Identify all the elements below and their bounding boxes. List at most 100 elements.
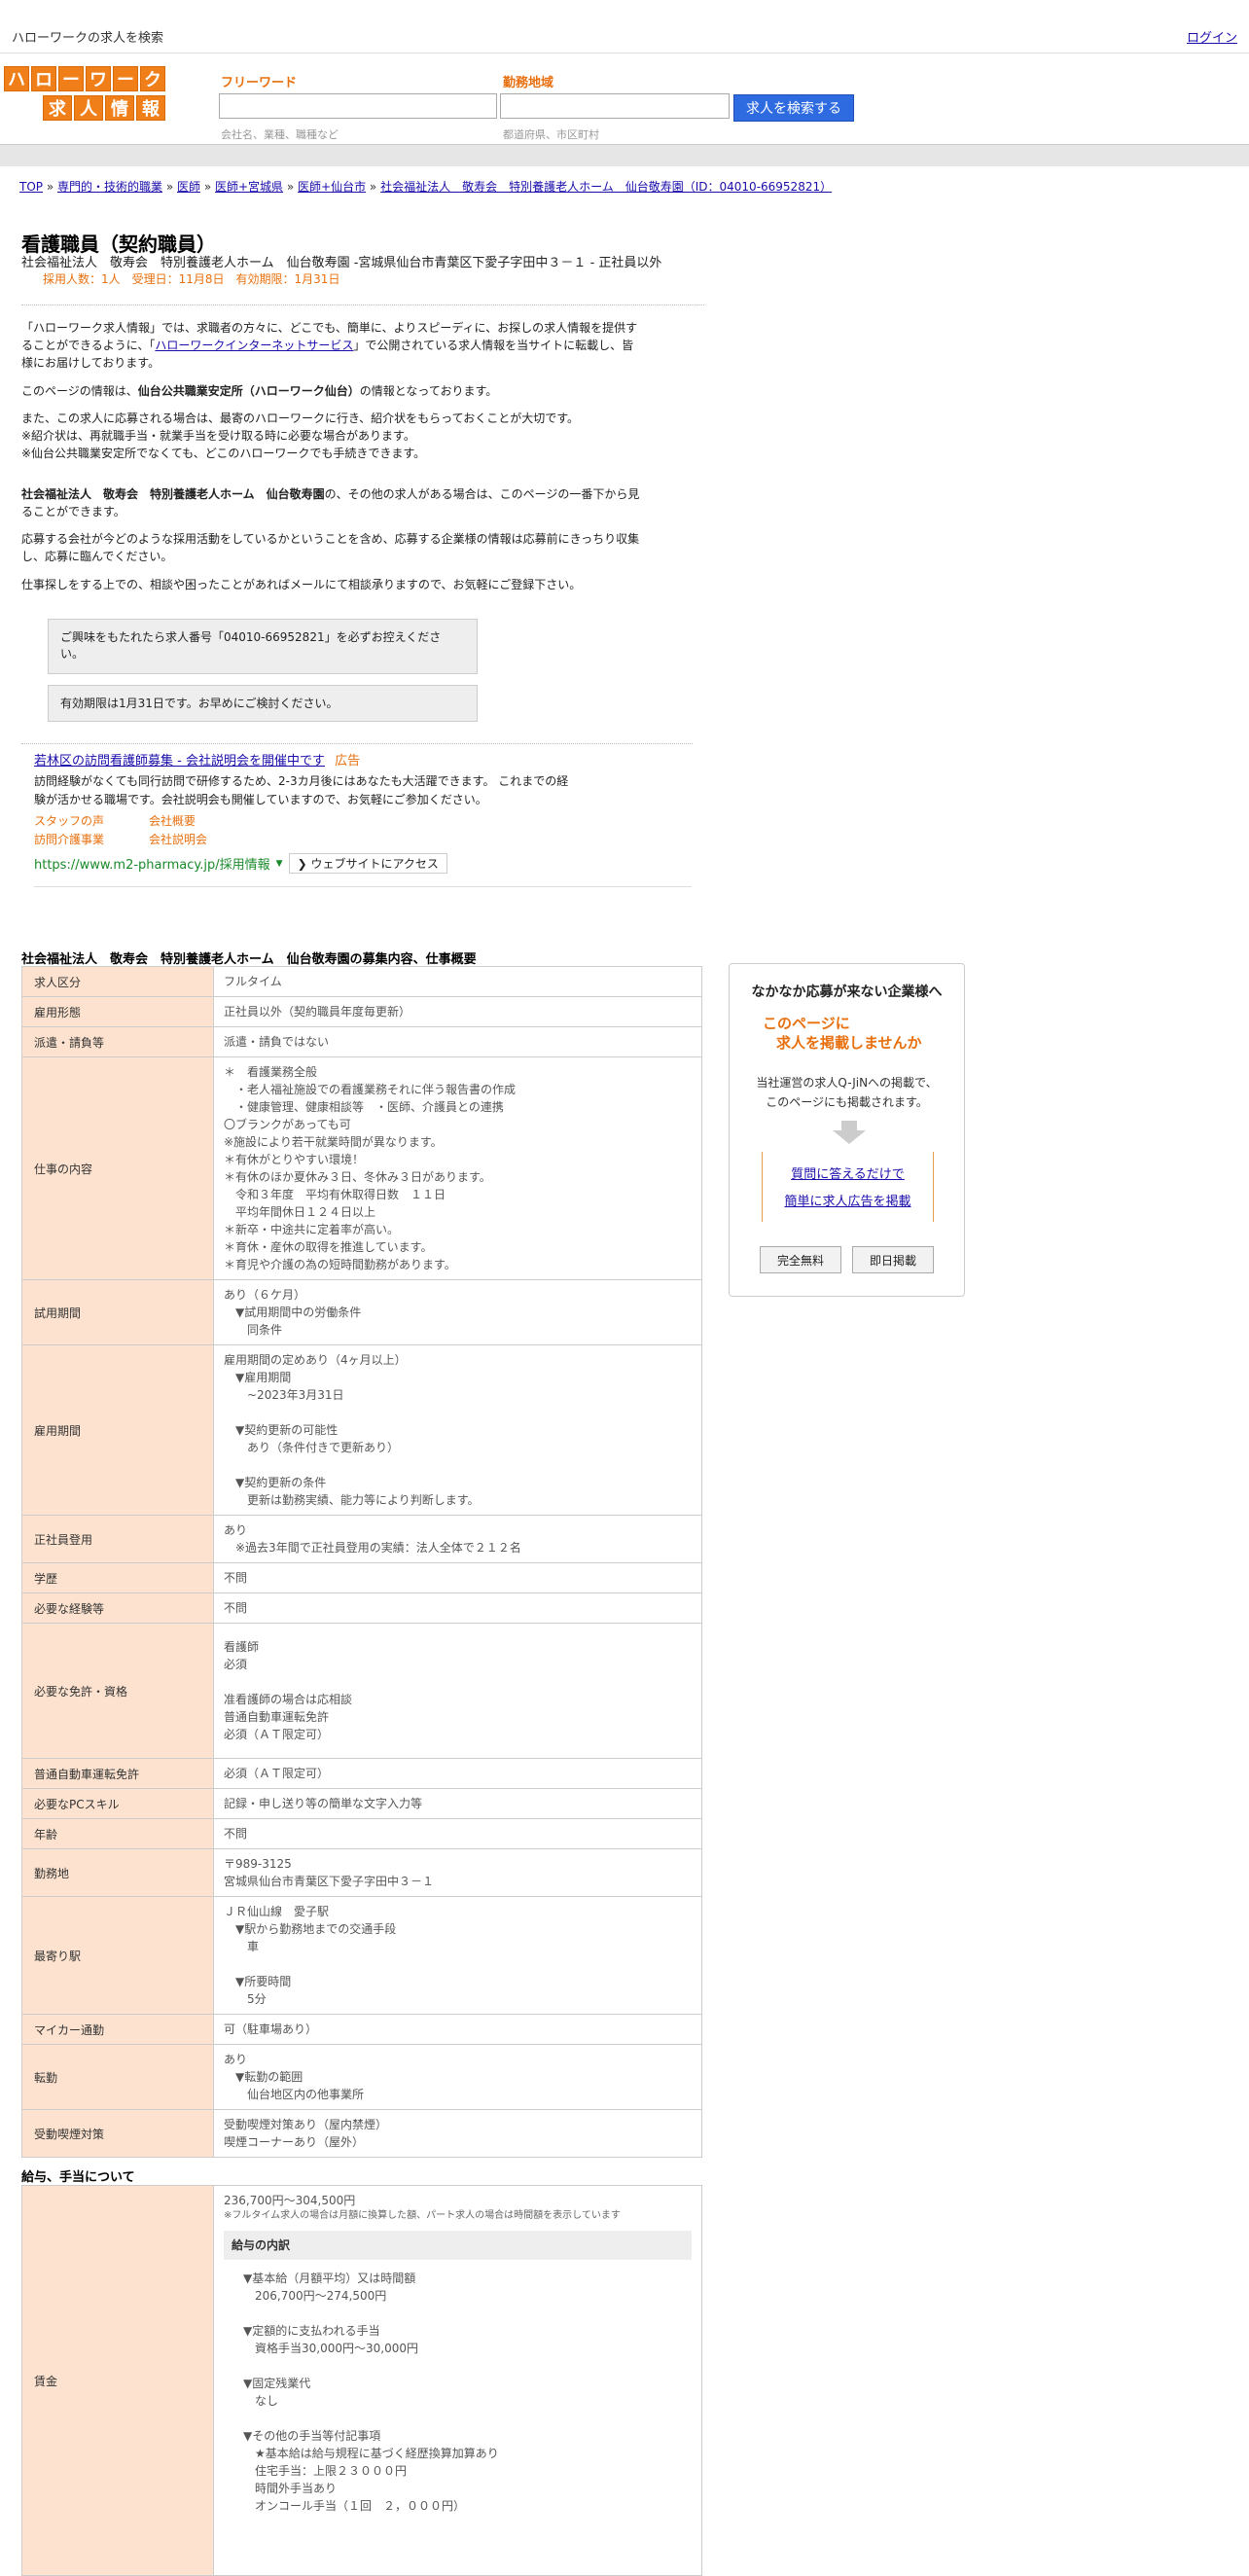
promo-catch-1: このページに [763, 1015, 850, 1032]
logo-char: 報 [136, 95, 165, 121]
keyword-input[interactable] [219, 93, 497, 119]
breadcrumb-link[interactable]: TOP [19, 180, 43, 194]
top-bar: ハローワークの求人を検索 ログイン [0, 0, 1249, 54]
breadcrumb-separator: » [283, 180, 299, 194]
breadcrumb-separator: » [366, 180, 381, 194]
logo-char: ー [58, 66, 84, 91]
same-day-button[interactable]: 即日掲載 [852, 1246, 934, 1273]
logo-char: 情 [105, 95, 134, 121]
table-row: 必要な免許・資格 看護師 必須 准看護師の場合は応相談 普通自動車運転免許 必須（… [21, 1623, 702, 1759]
table-row: 必要なPCスキル 記録・申し送り等の簡単な文字入力等 [21, 1788, 702, 1819]
row-value: あり ※過去3年間で正社員登用の実績：法人全体で２１２名 [213, 1515, 702, 1563]
row-key: 最寄り駅 [21, 1896, 214, 2015]
intro-paragraph-2: このページの情報は、仙台公共職業安定所（ハローワーク仙台）の情報となっております… [21, 384, 498, 398]
intro-paragraph-1: 「ハローワーク求人情報」では、求職者の方々に、どこでも、簡単に、よりスピーディに… [21, 321, 638, 370]
logo-char: 人 [74, 95, 103, 121]
salary-table-wrap: 賃金 236,700円〜304,500円 ※フルタイム求人の場合は月額に換算した… [21, 2185, 702, 2576]
row-key: 雇用形態 [21, 996, 214, 1027]
promo-link-questions[interactable]: 質問に答えるだけで [791, 1167, 905, 1182]
ad-block: 若林区の訪問看護師募集 - 会社説明会を開催中です 広告 訪問経験がなくても同行… [34, 753, 696, 874]
logo-char: ワ [86, 66, 111, 91]
row-value: 受動喫煙対策あり（屋内禁煙） 喫煙コーナーあり（屋外） [213, 2109, 702, 2158]
arrow-down-icon [833, 1121, 866, 1147]
table-row: 勤務地 〒989-3125 宮城県仙台市青葉区下愛子字田中３－１ [21, 1848, 702, 1897]
row-value: 正社員以外（契約職員年度毎更新） [213, 996, 702, 1027]
intro-paragraph-3: また、この求人に応募される場合は、最寄のハローワークに行き、紹介状をもらっておく… [21, 411, 580, 460]
table-row: 派遣・請負等 派遣・請負ではない [21, 1026, 702, 1057]
row-key: 学歴 [21, 1562, 214, 1593]
row-value: 派遣・請負ではない [213, 1026, 702, 1057]
intro-paragraph-6: 仕事探しをする上での、相談や困ったことがあればメールにて相談承りますので、お気軽… [21, 578, 582, 591]
divider [21, 743, 693, 744]
row-key: 必要なPCスキル [21, 1788, 214, 1819]
ad-sitelink-staff[interactable]: スタッフの声 [34, 812, 149, 831]
row-key: 仕事の内容 [21, 1056, 214, 1280]
table-row: 年齢 不問 [21, 1818, 702, 1849]
logo-char: ハ [4, 66, 29, 91]
row-key: 雇用期間 [21, 1344, 214, 1516]
keyword-label: フリーワード [221, 76, 298, 90]
row-key: 必要な免許・資格 [21, 1623, 214, 1759]
salary-note: ※フルタイム求人の場合は月額に換算した額、パート求人の場合は時間額を表示していま… [224, 2210, 621, 2221]
breadcrumb-link[interactable]: 医師+仙台市 [298, 180, 366, 194]
salary-section-title: 給与、手当について [21, 2170, 135, 2185]
table-row: 求人区分 フルタイム [21, 966, 702, 997]
row-value: 可（駐車場あり） [213, 2014, 702, 2045]
breadcrumb-link[interactable]: 社会福祉法人 敬寿会 特別養護老人ホーム 仙台敬寿園（ID：04010-6695… [380, 180, 832, 194]
ad-cta-button[interactable]: ❯ ウェブサイトにアクセス [288, 853, 447, 874]
ad-sitelink-briefing[interactable]: 会社説明会 [149, 833, 207, 846]
breadcrumb-link[interactable]: 医師 [177, 180, 200, 194]
keyword-hint: 会社名、業種、職種など [221, 128, 339, 141]
ad-headline-link[interactable]: 若林区の訪問看護師募集 - 会社説明会を開催中です [34, 754, 325, 769]
ad-url-dropdown-icon[interactable]: ▼ [276, 859, 283, 869]
row-value: 不問 [213, 1818, 702, 1849]
table-row: 試用期間 あり（６ケ月） ▼試用期間中の労働条件 同条件 [21, 1279, 702, 1345]
row-value: フルタイム [213, 966, 702, 997]
row-value: 不問 [213, 1562, 702, 1593]
notice-box-deadline: 有効期限は1月31日です。お早めにご検討ください。 [48, 685, 478, 722]
promo-catch-2: 求人を掲載しませんか [776, 1034, 922, 1052]
row-value: 記録・申し送り等の簡単な文字入力等 [213, 1788, 702, 1819]
area-input[interactable] [500, 93, 730, 119]
table-title: 社会福祉法人 敬寿会 特別養護老人ホーム 仙台敬寿園の募集内容、仕事概要 [21, 952, 477, 967]
ad-url[interactable]: https://www.m2-pharmacy.jp/採用情報 [34, 854, 270, 873]
row-key: 普通自動車運転免許 [21, 1758, 214, 1789]
row-key: 転勤 [21, 2044, 214, 2110]
job-meta: 採用人数：1人 受理日：11月8日 有効期限：1月31日 [43, 272, 340, 286]
row-value: ＊ 看護業務全般 ・老人福祉施設での看護業務それに伴う報告書の作成 ・健康管理、… [213, 1056, 702, 1280]
promo-title: なかなか応募が来ない企業様へ [751, 984, 943, 1000]
row-value: あり（６ケ月） ▼試用期間中の労働条件 同条件 [213, 1279, 702, 1345]
hellowork-internet-link[interactable]: ハローワークインターネットサービス [155, 339, 353, 352]
breadcrumb-separator: » [43, 180, 57, 194]
promo-link-easy-post[interactable]: 簡単に求人広告を掲載 [784, 1195, 910, 1209]
logo-char: ク [140, 66, 165, 91]
area-label: 勤務地域 [503, 76, 554, 90]
promo-side-box: なかなか応募が来ない企業様へ このページに 求人を掲載しませんか 当社運営の求人… [729, 963, 965, 1297]
salary-range: 236,700円〜304,500円 [224, 2194, 356, 2207]
ad-sitelink-company[interactable]: 会社概要 [149, 814, 196, 828]
chevron-right-icon: ❯ [297, 857, 307, 871]
breadcrumb-link[interactable]: 専門的・技術的職業 [57, 180, 162, 194]
row-key: 年齢 [21, 1818, 214, 1849]
promo-description: 当社運営の求人Q-JiNへの掲載で、 このページにも掲載されます。 [756, 1076, 938, 1109]
row-key: 必要な経験等 [21, 1592, 214, 1624]
divider [34, 886, 692, 887]
breadcrumb-separator: » [162, 180, 177, 194]
ad-sitelink-visit-care[interactable]: 訪問介護事業 [34, 831, 149, 849]
table-row: 必要な経験等 不問 [21, 1592, 702, 1624]
job-subtitle: 社会福祉法人 敬寿会 特別養護老人ホーム 仙台敬寿園 -宮城県仙台市青葉区下愛子… [21, 256, 662, 270]
salary-key: 賃金 [21, 2185, 214, 2576]
row-key: マイカー通勤 [21, 2014, 214, 2045]
area-hint: 都道府県、市区町村 [503, 128, 599, 141]
table-row: 雇用形態 正社員以外（契約職員年度毎更新） [21, 996, 702, 1027]
table-row: マイカー通勤 可（駐車場あり） [21, 2014, 702, 2045]
breadcrumb-link[interactable]: 医師+宮城県 [215, 180, 283, 194]
row-key: 正社員登用 [21, 1515, 214, 1563]
site-logo[interactable]: ハローワーク 求人情報 [4, 66, 175, 123]
table-row: 仕事の内容＊ 看護業務全般 ・老人福祉施設での看護業務それに伴う報告書の作成 ・… [21, 1056, 702, 1280]
free-button[interactable]: 完全無料 [760, 1246, 841, 1273]
search-button[interactable]: 求人を検索する [733, 94, 854, 122]
row-value: 〒989-3125 宮城県仙台市青葉区下愛子字田中３－１ [213, 1848, 702, 1897]
row-value: 看護師 必須 准看護師の場合は応相談 普通自動車運転免許 必須（ＡＴ限定可） [213, 1623, 702, 1759]
login-link[interactable]: ログイン [1187, 27, 1237, 46]
